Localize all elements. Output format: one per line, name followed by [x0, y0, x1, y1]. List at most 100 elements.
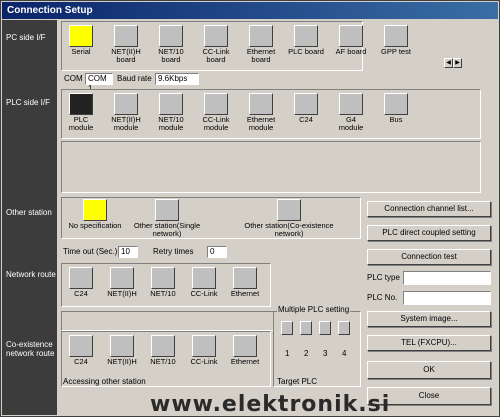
pc-if-icon	[204, 25, 228, 47]
coexist-route-item[interactable]: Ethernet	[227, 335, 263, 366]
plc-if-label: NET(II)H module	[111, 115, 141, 132]
net-route-label: NET/10	[150, 289, 176, 298]
coexist-route-icon	[110, 335, 134, 357]
pc-if-label: GPP test	[381, 47, 411, 56]
side-column: PC side I/F PLC side I/F Other station N…	[2, 20, 57, 415]
coexist-route-label: NET/10	[150, 357, 176, 366]
pc-if-label: CC-Link board	[202, 47, 230, 64]
plc-if-item[interactable]: NET(II)H module	[108, 93, 144, 132]
coexist-route-label: Ethernet	[230, 357, 260, 366]
net-route-item[interactable]: NET/10	[145, 267, 181, 298]
connection-channel-list-button[interactable]: Connection channel list...	[367, 201, 491, 217]
plc-no-label: PLC No.	[367, 293, 398, 302]
plc-if-label: NET/10 module	[158, 115, 184, 132]
multiple-plc-number: 1	[285, 349, 290, 358]
plc-if-label: Bus	[389, 115, 403, 124]
connection-test-button[interactable]: Connection test	[367, 249, 491, 265]
watermark: www.elektronik.si	[150, 392, 391, 417]
other-coexist-label: Other station(Co-existence network)	[244, 221, 334, 238]
coexist-route-icon	[192, 335, 216, 357]
plc-if-label: Ethernet module	[246, 115, 276, 132]
pc-if-icon	[114, 25, 138, 47]
multiple-plc-button[interactable]	[338, 321, 350, 335]
retry-value[interactable]: 0	[207, 246, 227, 258]
other-single[interactable]: Other station(Single network)	[127, 199, 207, 238]
pc-if-item[interactable]: NET/10 board	[153, 25, 189, 64]
plc-if-detail-panel	[61, 141, 481, 193]
pc-if-item[interactable]: PLC board	[288, 25, 324, 56]
pc-if-icon	[294, 25, 318, 47]
pc-if-label: NET/10 board	[158, 47, 184, 64]
plc-if-icon	[69, 93, 93, 115]
coexist-route-item[interactable]: NET/10	[145, 335, 181, 366]
pc-if-icon	[69, 25, 93, 47]
multiple-plc-button[interactable]	[300, 321, 312, 335]
scroll-left-arrow[interactable]: ◀	[444, 58, 453, 68]
scroll-right-arrow[interactable]: ▶	[453, 58, 462, 68]
pc-if-icon	[384, 25, 408, 47]
system-image-button[interactable]: System image...	[367, 311, 491, 327]
plc-if-item[interactable]: Ethernet module	[243, 93, 279, 132]
net-route-item[interactable]: NET(II)H	[104, 267, 140, 298]
baud-value[interactable]: 9.6Kbps	[155, 73, 199, 85]
other-no-spec[interactable]: No specification	[65, 199, 125, 230]
com-value[interactable]: COM 1	[85, 73, 113, 93]
plc-if-icon	[159, 93, 183, 115]
plc-if-item[interactable]: CC-Link module	[198, 93, 234, 132]
net-route-item[interactable]: Ethernet	[227, 267, 263, 298]
side-label-pc: PC side I/F	[6, 33, 46, 42]
coexist-route-item[interactable]: NET(II)H	[104, 335, 140, 366]
plc-if-icon	[294, 93, 318, 115]
plc-direct-coupled-button[interactable]: PLC direct coupled setting	[367, 225, 491, 241]
other-single-label: Other station(Single network)	[133, 221, 201, 238]
net-route-icon	[110, 267, 134, 289]
plc-if-icon	[249, 93, 273, 115]
pc-if-icon	[249, 25, 273, 47]
tel-fxcpu-button[interactable]: TEL (FXCPU)...	[367, 335, 491, 351]
plc-if-item[interactable]: NET/10 module	[153, 93, 189, 132]
plc-if-item[interactable]: G4 module	[333, 93, 369, 132]
pc-if-item[interactable]: NET(II)H board	[108, 25, 144, 64]
access-other-label: Accessing other station	[63, 377, 146, 386]
coexist-route-item[interactable]: C24	[63, 335, 99, 366]
other-no-spec-label: No specification	[68, 221, 122, 230]
net-route-item[interactable]: C24	[63, 267, 99, 298]
multiple-plc-number: 2	[304, 349, 309, 358]
plc-if-item[interactable]: PLC module	[63, 93, 99, 132]
plc-if-item[interactable]: Bus	[378, 93, 414, 124]
target-plc-label: Target PLC	[277, 377, 318, 386]
net-route-label: C24	[74, 289, 88, 298]
plc-if-icon	[339, 93, 363, 115]
ok-button[interactable]: OK	[367, 361, 491, 379]
plc-if-label: CC-Link module	[202, 115, 230, 132]
multiple-plc-button[interactable]	[319, 321, 331, 335]
timeout-value[interactable]: 10	[118, 246, 138, 258]
plc-if-icon	[384, 93, 408, 115]
baud-label: Baud rate	[117, 74, 152, 83]
plc-if-label: PLC module	[68, 115, 94, 132]
pc-if-item[interactable]: Ethernet board	[243, 25, 279, 64]
multiple-plc-button[interactable]	[281, 321, 293, 335]
no-spec-icon	[83, 199, 107, 221]
net-route-label: Ethernet	[230, 289, 260, 298]
pc-if-item[interactable]: AF board	[333, 25, 369, 56]
pc-if-label: AF board	[335, 47, 367, 56]
coexist-network-icon	[277, 199, 301, 221]
net-route-item[interactable]: CC-Link	[186, 267, 222, 298]
com-label: COM	[64, 74, 83, 83]
pc-if-label: PLC board	[288, 47, 324, 56]
pc-if-label: Serial	[71, 47, 91, 56]
coexist-route-icon	[233, 335, 257, 357]
single-network-icon	[155, 199, 179, 221]
coexist-route-item[interactable]: CC-Link	[186, 335, 222, 366]
pc-if-item[interactable]: GPP test	[378, 25, 414, 56]
side-label-plc: PLC side I/F	[6, 98, 51, 107]
net-route-label: NET(II)H	[107, 289, 137, 298]
pc-if-item[interactable]: Serial	[63, 25, 99, 56]
net-route-icon	[69, 267, 93, 289]
multiple-plc-number: 4	[342, 349, 347, 358]
plc-if-icon	[204, 93, 228, 115]
pc-if-item[interactable]: CC-Link board	[198, 25, 234, 64]
other-coexist[interactable]: Other station(Co-existence network)	[229, 199, 349, 238]
plc-if-item[interactable]: C24	[288, 93, 324, 124]
